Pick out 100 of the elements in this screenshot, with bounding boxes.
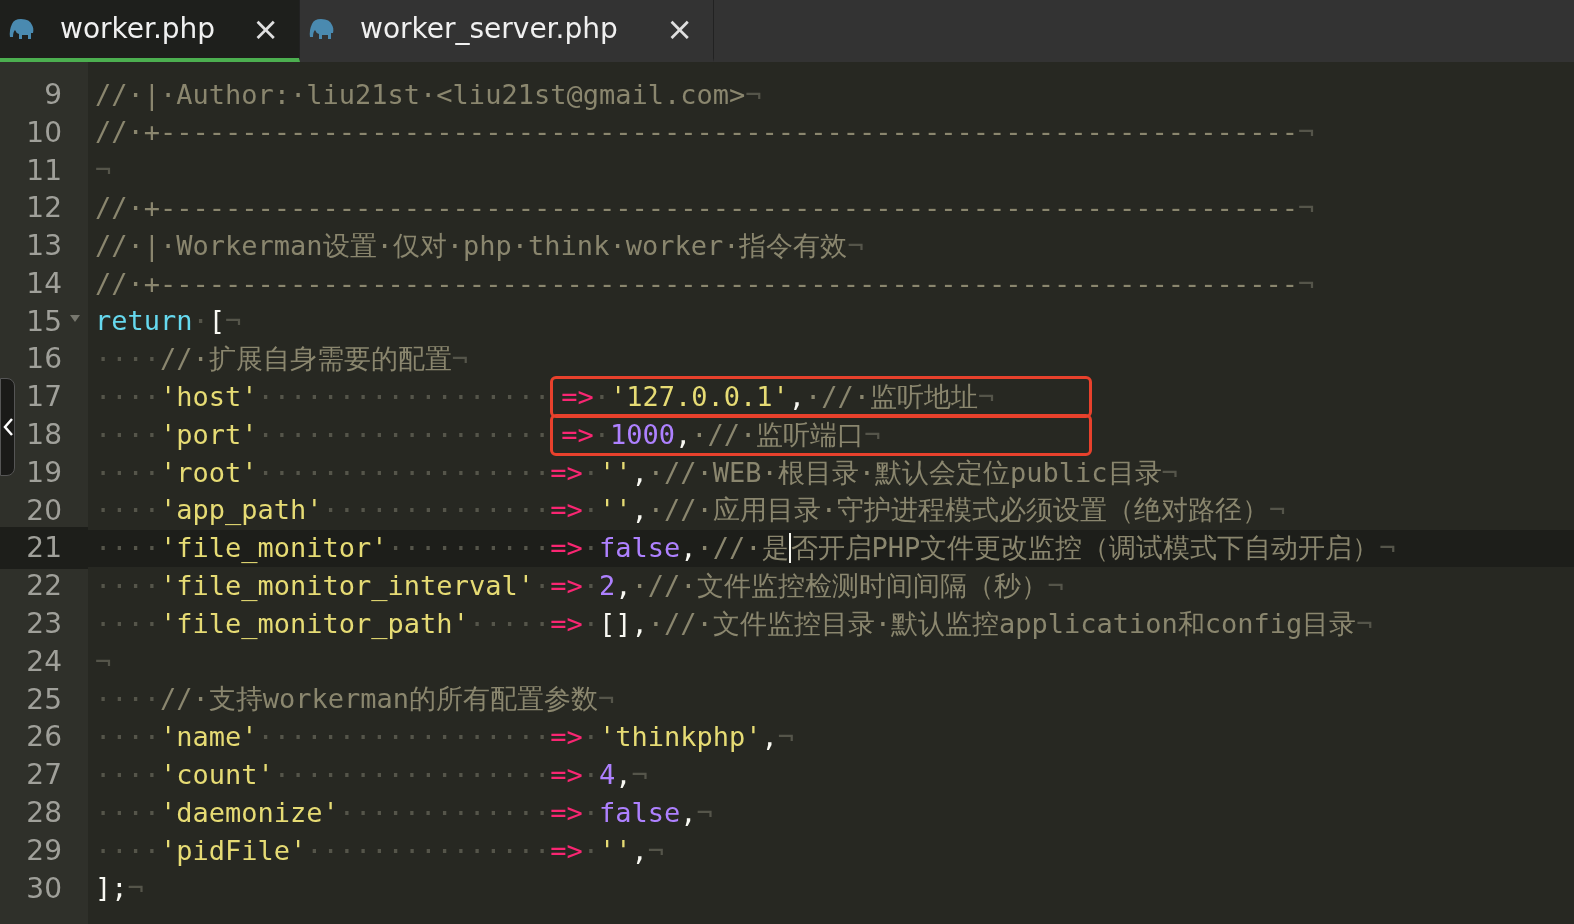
whitespace-marks: ···· — [95, 531, 161, 566]
line-number: 10 — [26, 114, 62, 151]
whitespace-marks: · — [582, 833, 599, 868]
line-end-mark: ¬ — [1356, 606, 1373, 641]
tab-label: worker.php — [60, 11, 217, 47]
chevron-left-icon — [2, 418, 13, 436]
line-end-mark: ¬ — [847, 228, 864, 263]
line-number: 21 — [26, 530, 62, 567]
line-end-mark: ¬ — [95, 153, 112, 188]
whitespace-marks: ·········· — [387, 531, 551, 566]
code-comment: ·//·应用目录·守护进程模式必须设置（绝对路径） — [647, 493, 1269, 528]
code-comment: 否开启PHP文件更改监控（调试模式下自动开启） — [790, 531, 1380, 566]
whitespace-marks: · — [582, 720, 599, 755]
code-token: , — [788, 380, 806, 415]
whitespace-marks: ···· — [95, 380, 161, 415]
line-number: 27 — [26, 757, 62, 794]
code-comment: ·//·WEB·根目录·默认会定位public目录 — [647, 455, 1162, 490]
line-end-mark: ¬ — [1297, 266, 1315, 301]
line-end-mark: ¬ — [978, 380, 995, 415]
line-end-mark: ¬ — [225, 304, 242, 339]
whitespace-marks: ···· — [95, 455, 161, 490]
string-literal: 'host' — [160, 380, 258, 415]
arrow-operator: => — [561, 417, 594, 452]
arrow-operator: => — [550, 455, 583, 490]
literal-value: 2 — [598, 569, 616, 603]
line-number: 24 — [26, 643, 62, 680]
arrow-operator: => — [550, 493, 583, 528]
string-literal: '127.0.0.1' — [609, 380, 789, 415]
line-number: 19 — [26, 454, 62, 491]
line-end-mark: ¬ — [696, 795, 713, 830]
string-literal: 'file_monitor_interval' — [160, 569, 534, 603]
close-icon[interactable]: × — [252, 13, 279, 45]
code-token: , — [680, 531, 697, 566]
string-literal: 'name' — [160, 720, 258, 755]
arrow-operator: => — [550, 795, 583, 830]
line-number: 26 — [26, 719, 62, 756]
tab-label: worker_server.php — [360, 11, 619, 47]
string-literal: 'file_monitor' — [160, 531, 388, 566]
fold-arrow-icon[interactable] — [70, 314, 80, 322]
elephant-icon — [308, 18, 336, 40]
whitespace-marks: · — [192, 304, 209, 339]
code-token: , — [615, 569, 632, 603]
code-comment: //·|·Author:·liu21st·<liu21st@gmail.com> — [95, 77, 746, 113]
line-end-mark: ¬ — [1297, 115, 1315, 150]
arrow-operator: => — [550, 606, 583, 641]
whitespace-marks: · — [582, 606, 599, 641]
code-token: [ — [208, 304, 226, 339]
whitespace-marks: ···· — [95, 758, 161, 792]
string-literal: 'app_path' — [160, 493, 323, 528]
whitespace-marks: · — [582, 455, 599, 490]
line-number: 14 — [26, 265, 62, 302]
line-end-mark: ¬ — [598, 682, 615, 717]
close-icon[interactable]: × — [666, 13, 693, 45]
whitespace-marks: ···· — [95, 569, 161, 603]
line-number: 30 — [26, 870, 62, 907]
line-end-mark: ¬ — [1161, 455, 1178, 490]
whitespace-marks: ·················· — [257, 720, 551, 755]
line-number: 18 — [26, 417, 62, 454]
string-literal: '' — [598, 833, 632, 868]
code-token: , — [631, 606, 648, 641]
arrow-operator: => — [550, 758, 583, 792]
line-end-mark: ¬ — [127, 871, 144, 906]
whitespace-marks: · — [593, 417, 610, 452]
code-comment: //·+---------------------------------------------------------------------- — [95, 266, 1298, 301]
elephant-icon — [8, 18, 36, 40]
line-number: 16 — [26, 341, 62, 378]
whitespace-marks: ···· — [95, 682, 161, 717]
code-comment: //·+---------------------------------------------------------------------- — [95, 191, 1298, 226]
literal-value: 4 — [598, 758, 616, 792]
string-literal: 'count' — [160, 758, 274, 792]
whitespace-marks: · — [582, 758, 599, 792]
whitespace-marks: ···· — [95, 606, 161, 641]
whitespace-marks: ············· — [338, 795, 551, 830]
code-token: , — [631, 455, 648, 490]
line-number: 15 — [26, 303, 62, 340]
arrow-operator: => — [550, 833, 583, 868]
line-end-mark: ¬ — [631, 758, 648, 792]
code-comment: //·|·Workerman设置·仅对·php·think·worker·指令有效 — [95, 228, 848, 264]
file-tab[interactable]: worker.php × — [0, 0, 300, 62]
code-comment: ·//·监听地址 — [805, 380, 979, 415]
string-literal: 'root' — [160, 455, 258, 490]
whitespace-marks: ···· — [95, 720, 161, 755]
whitespace-marks: ·················· — [257, 380, 551, 415]
line-end-mark: ¬ — [1269, 493, 1286, 528]
whitespace-marks: · — [582, 569, 599, 603]
line-number: 13 — [26, 228, 62, 265]
arrow-operator: => — [550, 531, 583, 566]
line-end-mark: ¬ — [95, 644, 112, 679]
arrow-operator: => — [550, 569, 583, 603]
whitespace-marks: ··············· — [306, 833, 551, 868]
side-panel-handle[interactable] — [0, 378, 15, 476]
line-number: 23 — [26, 606, 62, 643]
code-comment: //·+---------------------------------------------------------------------- — [95, 115, 1298, 150]
line-end-mark: ¬ — [1047, 569, 1064, 603]
line-number: 9 — [44, 76, 62, 113]
line-end-mark: ¬ — [647, 833, 664, 868]
code-comment: //·扩展自身需要的配置 — [160, 342, 452, 377]
line-end-mark: ¬ — [745, 77, 762, 112]
line-number: 20 — [26, 492, 62, 529]
line-number: 22 — [26, 568, 62, 605]
